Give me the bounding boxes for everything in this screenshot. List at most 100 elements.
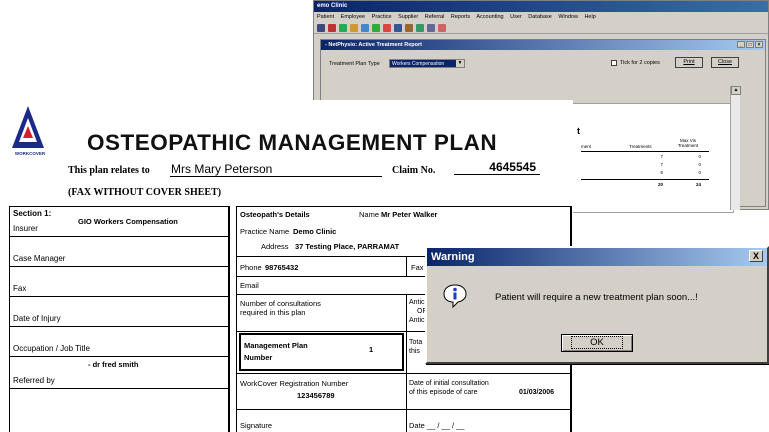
claim-number-field[interactable]: 4645545 — [454, 160, 540, 175]
report-heading: t — [577, 126, 580, 136]
report-cell: 7 — [660, 162, 663, 167]
osteo-name-value[interactable]: Mr Peter Walker — [381, 210, 437, 219]
toolbar-icon-7[interactable] — [383, 23, 391, 32]
menu-bar: Patient Employee Practice Supplier Refer… — [314, 12, 768, 22]
report-rule — [581, 151, 709, 152]
toolbar-icon-5[interactable] — [361, 23, 369, 32]
occupation-cell[interactable]: Occupation / Job Title — [10, 327, 228, 357]
fax-label: Fax — [13, 284, 27, 293]
toolbar-icon-4[interactable] — [350, 23, 358, 32]
divider — [237, 373, 570, 374]
consult-label-1: Number of consultations — [240, 299, 321, 308]
phone-label: Phone — [240, 263, 262, 272]
two-copies-checkbox[interactable] — [611, 60, 617, 66]
menu-window[interactable]: Window — [558, 14, 578, 20]
divider — [237, 409, 570, 410]
toolbar-icon-6[interactable] — [372, 23, 380, 32]
report-col-header-2: Treatments — [629, 144, 652, 149]
date-of-injury-cell[interactable]: Date of Injury — [10, 297, 228, 327]
workcover-logo-icon — [10, 104, 46, 152]
menu-database[interactable]: Database — [528, 14, 552, 20]
toolbar-icon-1[interactable] — [317, 23, 325, 32]
menu-referral[interactable]: Referral — [425, 14, 445, 20]
initial-consult-value[interactable]: 01/03/2006 — [519, 389, 554, 396]
toolbar-icon-2[interactable] — [328, 23, 336, 32]
report-total: 20 — [657, 182, 663, 187]
report-controls: Treatment Plan Type Workers Compensation… — [321, 50, 765, 78]
address-value[interactable]: 37 Testing Place, PARRAMAT — [295, 242, 399, 251]
divider — [406, 294, 407, 432]
mp-number-label-2: Number — [244, 353, 273, 362]
toolbar-icon-9[interactable] — [405, 23, 413, 32]
report-rule — [581, 179, 709, 180]
menu-patient[interactable]: Patient — [317, 14, 334, 20]
report-cell: 0 — [698, 154, 701, 159]
initial-consult-label-2: of this episode of care — [409, 389, 478, 396]
dialog-title-text: Warning — [431, 251, 475, 263]
occupation-label: Occupation / Job Title — [13, 344, 90, 353]
management-plan-number-box[interactable]: Management Plan Number 1 — [239, 333, 404, 371]
logo-text: WORKCOVER — [14, 151, 46, 156]
referred-by-cell[interactable]: - dr fred smith Referred by — [10, 357, 228, 389]
fax-note: (FAX WITHOUT COVER SHEET) — [68, 187, 222, 198]
app-title: emo Clinic — [314, 1, 768, 12]
claim-label: Claim No. — [392, 165, 436, 176]
email-label: Email — [240, 281, 259, 290]
wc-reg-value[interactable]: 123456789 — [297, 391, 335, 400]
vertical-scrollbar[interactable]: ▲ — [730, 86, 741, 210]
antic-label: Antic — [409, 317, 425, 324]
ok-button-label: OK — [571, 336, 623, 349]
divider — [406, 256, 407, 276]
report-total: 24 — [695, 182, 701, 187]
toolbar-icon-11[interactable] — [427, 23, 435, 32]
osteo-fax-label: Fax — [411, 263, 424, 272]
ok-button[interactable]: OK — [561, 334, 633, 352]
chevron-down-icon[interactable]: ▼ — [456, 60, 464, 67]
address-label: Address — [261, 242, 289, 251]
total-label: Tota — [409, 339, 423, 346]
toolbar-icon-10[interactable] — [416, 23, 424, 32]
total-label: this — [409, 348, 420, 355]
menu-supplier[interactable]: Supplier — [398, 14, 418, 20]
toolbar-icon-8[interactable] — [394, 23, 402, 32]
section-1-heading: Section 1: — [13, 209, 52, 218]
close-icon[interactable]: × — [755, 41, 763, 48]
toolbar-icon-12[interactable] — [438, 23, 446, 32]
insurer-cell[interactable]: Section 1: GIO Workers Compensation Insu… — [10, 207, 228, 237]
menu-accounting[interactable]: Accounting — [476, 14, 503, 20]
scroll-up-icon[interactable]: ▲ — [731, 86, 741, 95]
window-controls: _ □ × — [737, 41, 763, 48]
menu-practice[interactable]: Practice — [372, 14, 392, 20]
referred-by-value: - dr fred smith — [88, 360, 139, 369]
insurer-label: Insurer — [13, 224, 38, 233]
treatment-report-title-text: - NetPhysio: Active Treatment Report — [325, 42, 422, 48]
signature-label: Signature — [240, 421, 273, 430]
menu-user[interactable]: User — [510, 14, 522, 20]
print-button[interactable]: Print — [675, 57, 703, 68]
menu-employee[interactable]: Employee — [341, 14, 365, 20]
patient-name-field[interactable]: Mrs Mary Peterson — [170, 162, 382, 177]
date-label: Date __ / __ / __ — [409, 421, 465, 430]
menu-reports[interactable]: Reports — [451, 14, 470, 20]
wc-reg-label: WorkCover Registration Number — [240, 379, 349, 388]
case-manager-cell[interactable]: Case Manager — [10, 237, 228, 267]
mp-number-label-1: Management Plan — [244, 341, 308, 350]
dialog-close-icon[interactable]: X — [749, 250, 763, 262]
phone-value[interactable]: 98765432 — [265, 263, 298, 272]
initial-consult-label-1: Date of initial consultation — [409, 380, 489, 387]
plan-relates-label: This plan relates to — [68, 165, 150, 176]
toolbar-icon-3[interactable] — [339, 23, 347, 32]
practice-name-value[interactable]: Demo Clinic — [293, 227, 336, 236]
treatment-report-title: - NetPhysio: Active Treatment Report _ □… — [321, 40, 765, 50]
osteo-name-label: Name — [359, 210, 380, 219]
report-col-header-1: ment — [581, 144, 592, 149]
plan-type-select[interactable]: Workers Compensation ▼ — [389, 59, 465, 68]
maximize-icon[interactable]: □ — [746, 41, 754, 48]
menu-help[interactable]: Help — [584, 14, 595, 20]
minimize-icon[interactable]: _ — [737, 41, 745, 48]
insurer-value: GIO Workers Compensation — [78, 217, 178, 226]
mp-number-value: 1 — [369, 345, 374, 354]
osteopath-details-label: Osteopath's Details — [240, 210, 310, 219]
fax-cell[interactable]: Fax — [10, 267, 228, 297]
close-button[interactable]: Close — [711, 57, 739, 68]
